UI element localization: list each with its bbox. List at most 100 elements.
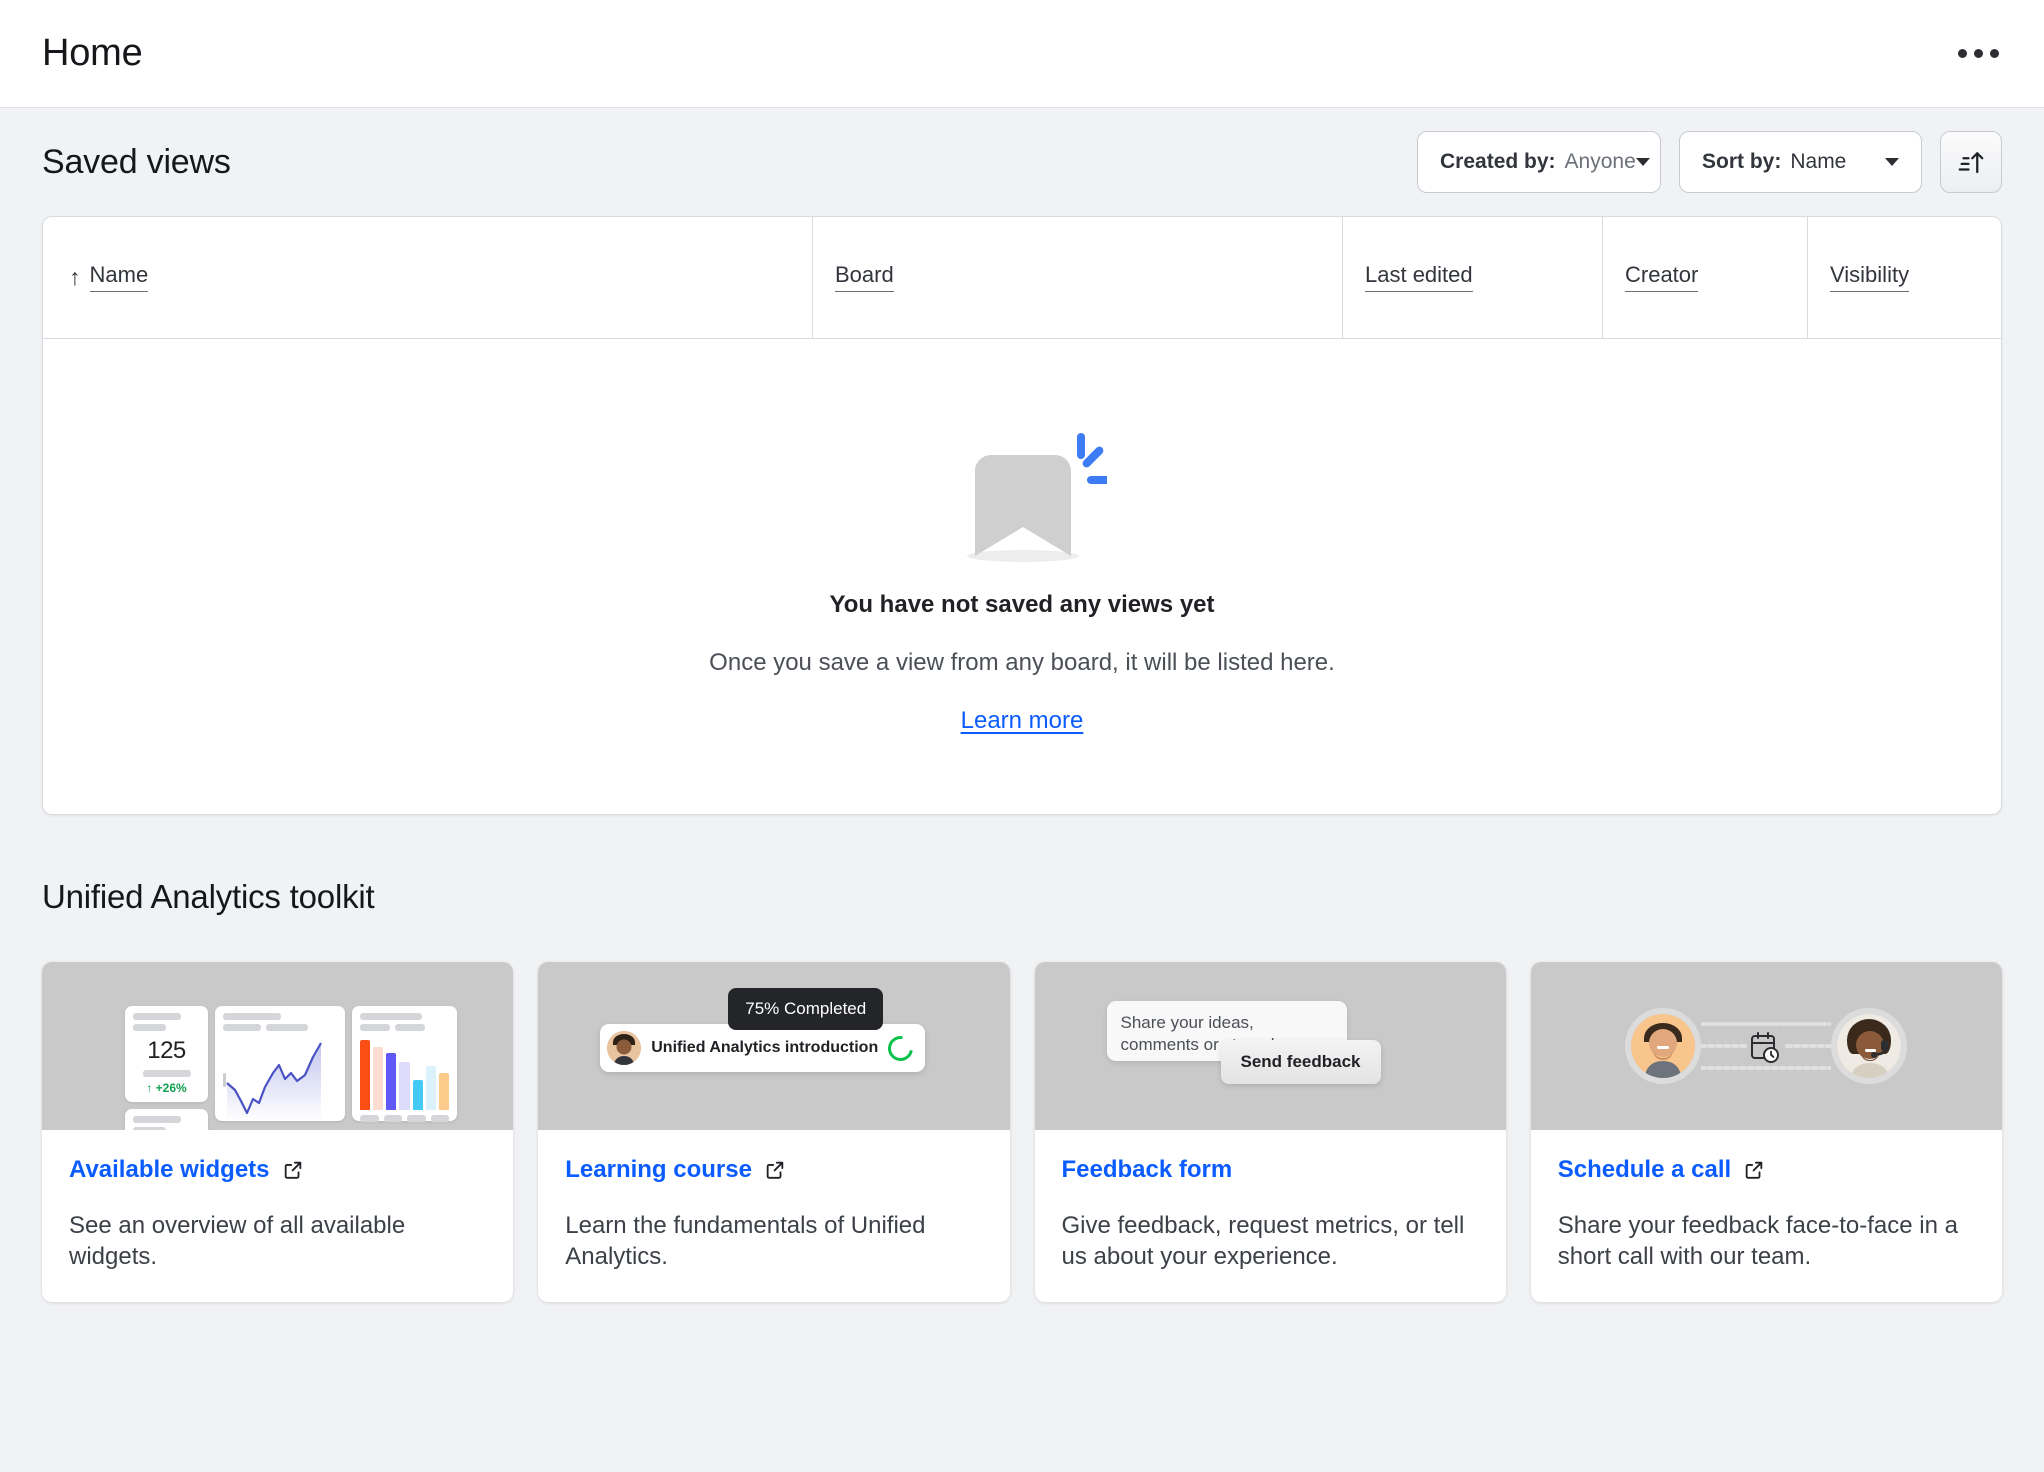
card-description: Give feedback, request metrics, or tell … <box>1062 1211 1479 1272</box>
empty-state-subtitle: Once you save a view from any board, it … <box>709 649 1335 677</box>
kebab-menu-icon[interactable] <box>1950 26 2006 82</box>
sort-by-label: Sort by: <box>1702 150 1781 174</box>
skeleton-line <box>395 1024 425 1031</box>
toolkit-section: Unified Analytics toolkit 125 ↑ +26% <box>0 815 2044 1302</box>
card-body: Available widgets See an overview of all… <box>42 1130 513 1272</box>
saved-views-section: Saved views Created by: Anyone Sort by: … <box>0 108 2044 815</box>
sort-direction-button[interactable] <box>1940 131 2002 193</box>
kpi-delta: ↑ +26% <box>133 1081 200 1095</box>
schedule-call-illustration <box>1531 962 2002 1130</box>
learn-more-link[interactable]: Learn more <box>961 707 1084 735</box>
kebab-dot <box>1974 49 1983 58</box>
learning-course-link[interactable]: Learning course <box>565 1156 982 1184</box>
donut-widget <box>125 1109 208 1130</box>
column-header-last-edited[interactable]: Last edited <box>1343 217 1603 338</box>
card-description: Share your feedback face-to-face in a sh… <box>1558 1211 1975 1272</box>
column-header-label: Last edited <box>1365 263 1473 291</box>
column-header-label: Visibility <box>1830 263 1909 291</box>
progress-tooltip: 75% Completed <box>728 988 883 1030</box>
support-agent-avatar <box>1831 1008 1907 1084</box>
sort-by-select[interactable]: Sort by: Name <box>1679 131 1922 193</box>
skeleton-line <box>360 1013 422 1020</box>
column-header-creator[interactable]: Creator <box>1603 217 1808 338</box>
bar-chart-widget <box>352 1006 457 1121</box>
card-link-label: Available widgets <box>69 1156 270 1184</box>
skeleton-line <box>133 1013 181 1020</box>
card-body: Schedule a call Share your feedback face… <box>1531 1130 2002 1272</box>
external-link-icon <box>1743 1159 1765 1181</box>
bar <box>413 1080 423 1110</box>
course-chip: Unified Analytics introduction <box>600 1024 925 1072</box>
card-description: See an overview of all available widgets… <box>69 1211 486 1272</box>
skeleton-line <box>133 1116 181 1123</box>
created-by-select[interactable]: Created by: Anyone <box>1417 131 1661 193</box>
toolkit-card-available-widgets[interactable]: 125 ↑ +26% <box>42 962 513 1302</box>
card-description: Learn the fundamentals of Unified Analyt… <box>565 1211 982 1272</box>
chevron-down-icon <box>1885 158 1899 166</box>
bookmark-sparkle-icon <box>937 419 1107 569</box>
skeleton-line <box>133 1024 166 1031</box>
card-link-label: Feedback form <box>1062 1156 1233 1184</box>
external-link-icon <box>764 1159 786 1181</box>
toolkit-title: Unified Analytics toolkit <box>42 815 2002 962</box>
card-thumbnail-schedule <box>1531 962 2002 1130</box>
external-link-icon <box>282 1159 304 1181</box>
kpi-value: 125 <box>133 1037 200 1065</box>
skeleton-line <box>266 1024 308 1031</box>
card-thumbnail-widgets: 125 ↑ +26% <box>42 962 513 1130</box>
skeleton-line <box>223 1024 261 1031</box>
send-feedback-button-preview: Send feedback <box>1221 1040 1381 1084</box>
chevron-down-icon <box>1636 158 1650 166</box>
kebab-dot <box>1990 49 1999 58</box>
widgets-preview-illustration: 125 ↑ +26% <box>125 1006 457 1130</box>
sort-ascending-icon <box>1956 147 1986 177</box>
bar <box>386 1053 396 1110</box>
column-header-board[interactable]: Board <box>813 217 1343 338</box>
page-title: Home <box>42 32 143 75</box>
saved-views-controls: Created by: Anyone Sort by: Name <box>1417 131 2002 193</box>
schedule-a-call-link[interactable]: Schedule a call <box>1558 1156 1975 1184</box>
empty-state-title: You have not saved any views yet <box>829 591 1214 619</box>
toolkit-card-learning-course[interactable]: 75% Completed Unified Analytics introduc… <box>538 962 1009 1302</box>
progress-ring-icon <box>883 1031 918 1066</box>
card-body: Learning course Learn the fundamentals o… <box>538 1130 1009 1272</box>
column-header-name[interactable]: ↑ Name <box>43 217 813 338</box>
avatar-man-icon <box>1631 1014 1695 1078</box>
bar <box>373 1047 383 1110</box>
card-link-label: Schedule a call <box>1558 1156 1731 1184</box>
card-link-label: Learning course <box>565 1156 752 1184</box>
empty-state: You have not saved any views yet Once yo… <box>43 339 2001 814</box>
sort-by-value: Name <box>1790 150 1846 174</box>
calendar-clock-icon <box>1752 1033 1778 1062</box>
available-widgets-link[interactable]: Available widgets <box>69 1156 486 1184</box>
student-avatar <box>607 1031 641 1065</box>
created-by-value: Anyone <box>1565 150 1636 174</box>
bar <box>426 1066 436 1110</box>
skeleton-line <box>133 1127 166 1130</box>
bar-chart-icon <box>360 1038 449 1110</box>
widget-column-left: 125 ↑ +26% <box>125 1006 208 1130</box>
feedback-form-link[interactable]: Feedback form <box>1062 1156 1479 1184</box>
column-header-label: Creator <box>1625 263 1698 291</box>
kebab-dot <box>1958 49 1967 58</box>
column-header-label: Board <box>835 263 894 291</box>
bar <box>439 1073 449 1110</box>
toolkit-card-schedule-call[interactable]: Schedule a call Share your feedback face… <box>1531 962 2002 1302</box>
course-name: Unified Analytics introduction <box>651 1039 878 1057</box>
toolkit-card-feedback-form[interactable]: Share your ideas, comments or struggles … <box>1035 962 1506 1302</box>
bar <box>399 1062 409 1110</box>
man-avatar <box>1625 1008 1701 1084</box>
skeleton-line <box>384 1115 403 1122</box>
top-bar: Home <box>0 0 2044 108</box>
skeleton-line <box>407 1115 426 1122</box>
saved-views-table: ↑ Name Board Last edited Creator Visibil… <box>42 216 2002 815</box>
column-header-visibility[interactable]: Visibility <box>1808 217 2001 338</box>
card-thumbnail-feedback: Share your ideas, comments or struggles … <box>1035 962 1506 1130</box>
column-header-label: Name <box>90 263 149 291</box>
sort-ascending-icon: ↑ <box>69 266 81 289</box>
kpi-widget: 125 ↑ +26% <box>125 1006 208 1102</box>
skeleton-line <box>143 1070 191 1077</box>
skeleton-line <box>223 1013 281 1020</box>
connection-lines <box>1701 1016 1831 1076</box>
skeleton-line <box>360 1115 379 1122</box>
